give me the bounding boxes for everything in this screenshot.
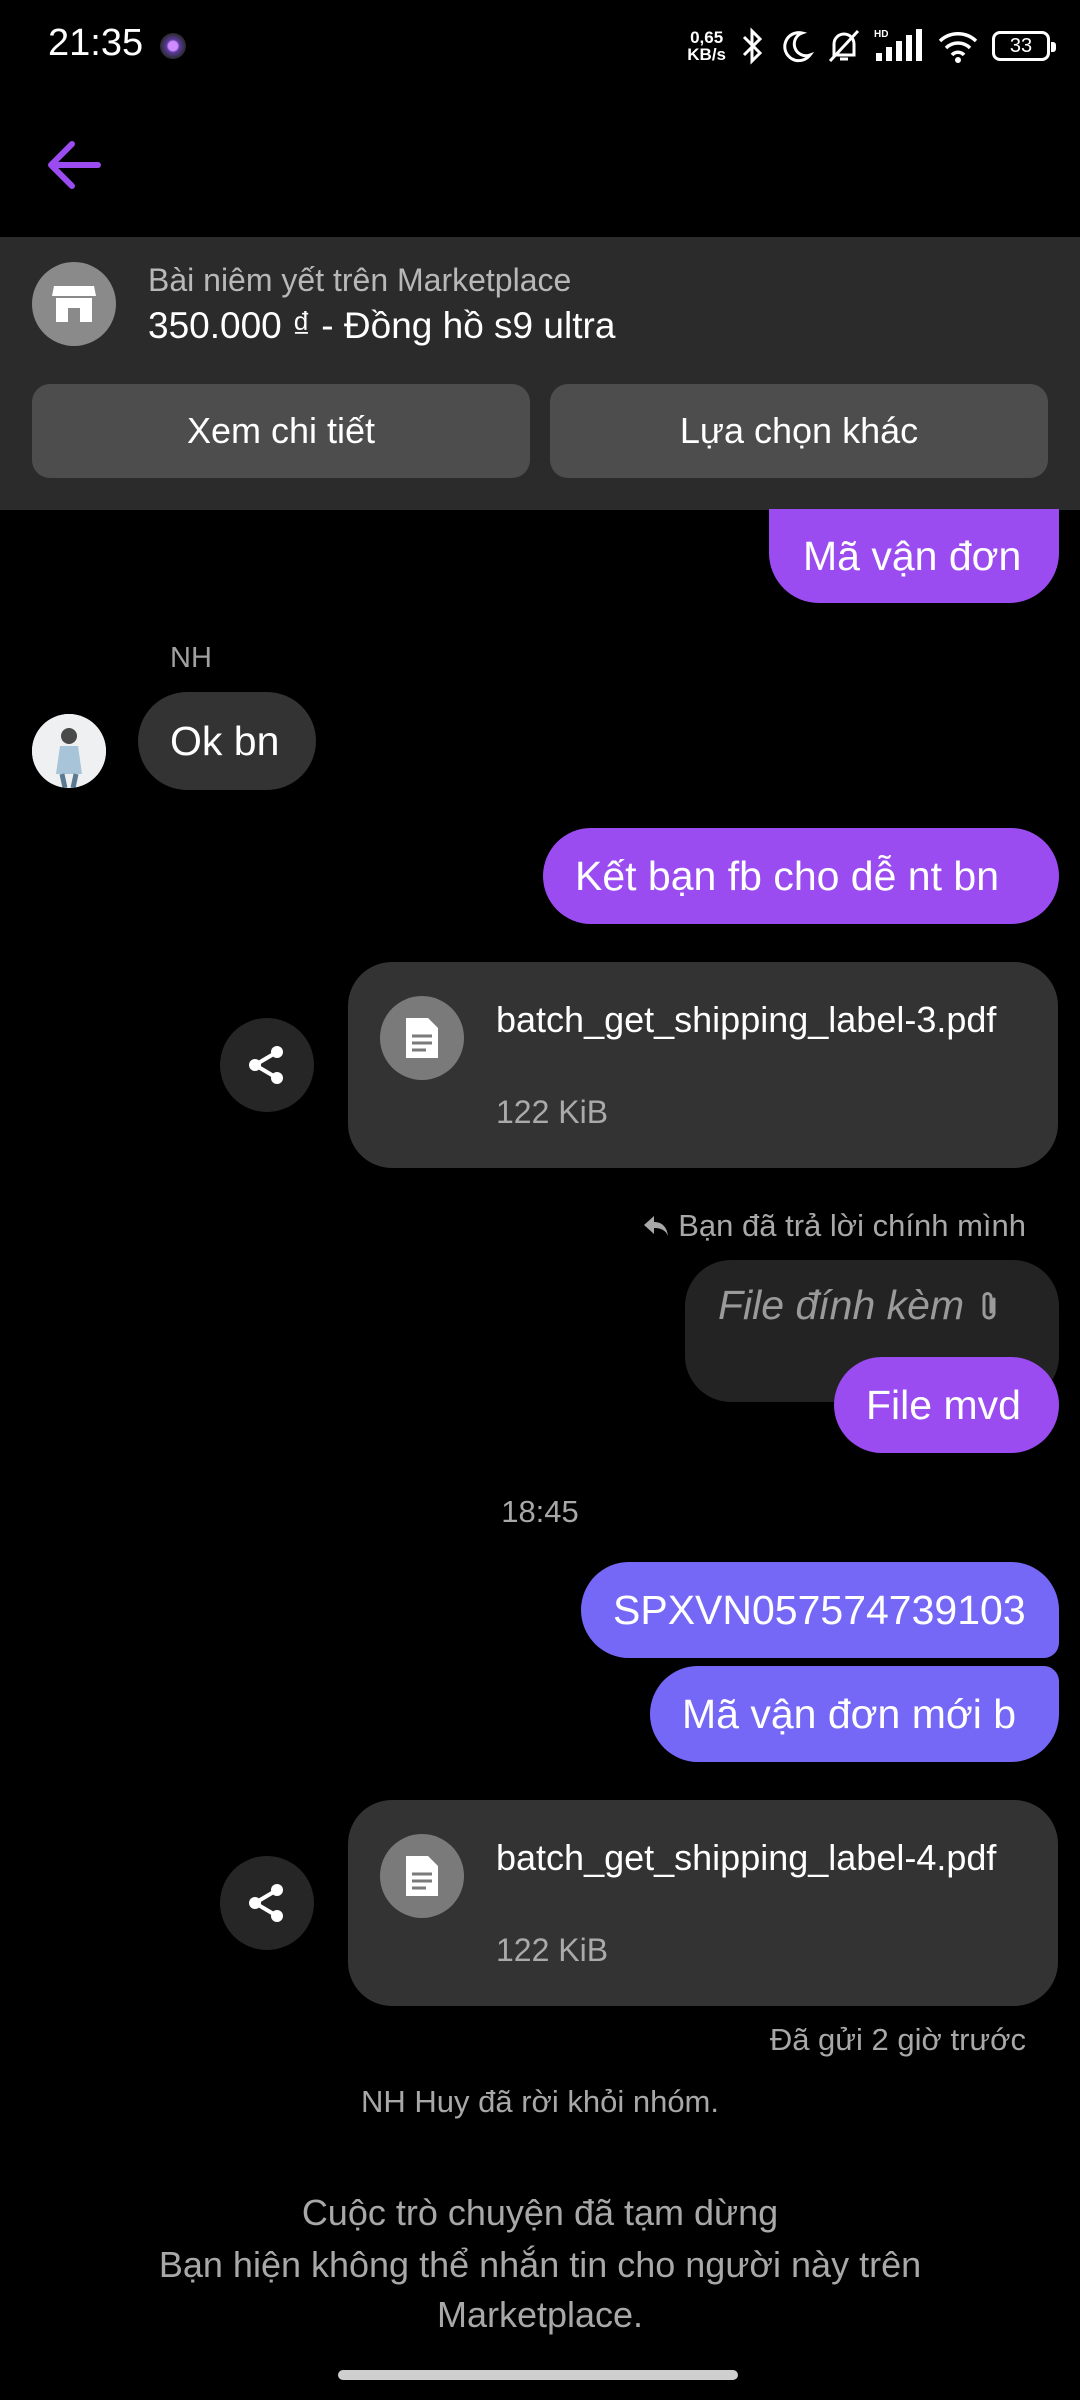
share-button[interactable]: [220, 1856, 314, 1950]
bluetooth-icon: [742, 27, 763, 65]
share-icon: [249, 1046, 283, 1084]
file-size: 122 KiB: [496, 1932, 609, 1968]
paperclip-icon: [982, 1291, 996, 1319]
message-bubble-sent[interactable]: File mvd: [834, 1357, 1059, 1453]
avatar[interactable]: [32, 714, 106, 788]
conversation-paused-body: Bạn hiện không thể nhắn tin cho người nà…: [158, 2244, 922, 2335]
status-time: 21:35: [48, 22, 144, 64]
document-icon: [380, 1834, 464, 1918]
view-details-button[interactable]: Xem chi tiết: [32, 384, 530, 478]
file-size: 122 KiB: [496, 1094, 609, 1130]
svg-text:HD: HD: [874, 29, 888, 40]
reply-arrow-icon: [644, 1216, 669, 1236]
battery-icon: 33: [992, 31, 1056, 61]
message-bubble-sent[interactable]: Kết bạn fb cho dễ nt bn: [543, 828, 1059, 924]
listing-subtitle: Bài niêm yết trên Marketplace: [148, 262, 572, 298]
reply-note-text: Bạn đã trả lời chính mình: [678, 1208, 1026, 1243]
document-icon: [380, 996, 464, 1080]
file-name: batch_get_shipping_label-4.pdf: [496, 1837, 997, 1878]
file-attachment[interactable]: batch_get_shipping_label-4.pdf 122 KiB: [348, 1800, 1058, 2006]
do-not-disturb-moon-icon: [783, 31, 814, 63]
sender-name: NH: [170, 642, 212, 674]
message-bubble-sent[interactable]: Mã vận đơn: [769, 509, 1059, 603]
conversation-paused-title: Cuộc trò chuyện đã tạm dừng: [301, 2192, 779, 2233]
file-name: batch_get_shipping_label-3.pdf: [496, 999, 997, 1040]
other-options-button[interactable]: Lựa chọn khác: [550, 384, 1048, 478]
message-bubble-received[interactable]: Ok bn: [138, 692, 316, 790]
quoted-text: File đính kèm: [718, 1282, 1000, 1329]
file-attachment[interactable]: batch_get_shipping_label-3.pdf 122 KiB: [348, 962, 1058, 1168]
quoted-label: File đính kèm: [718, 1282, 965, 1328]
network-speed: 0,65 KB/s: [687, 29, 726, 63]
share-icon: [249, 1884, 283, 1922]
sent-status: Đã gửi 2 giờ trước: [769, 2022, 1026, 2057]
notification-app-icon: [160, 33, 186, 59]
back-arrow-icon[interactable]: [40, 130, 110, 200]
share-button[interactable]: [220, 1018, 314, 1112]
hd-signal-icon: HD: [874, 29, 922, 61]
reply-note: Bạn đã trả lời chính mình: [642, 1208, 1026, 1244]
status-icons: 0,65 KB/s HD 33: [687, 24, 1056, 68]
wifi-icon: [938, 32, 978, 63]
message-bubble-sent[interactable]: Mã vận đơn mới b: [650, 1666, 1059, 1762]
system-note: NH Huy đã rời khỏi nhóm.: [360, 2084, 719, 2119]
listing-title: 350.000 ₫ - Đồng hồ s9 ultra: [148, 305, 616, 346]
home-indicator[interactable]: [338, 2370, 738, 2380]
mute-bell-icon: [828, 29, 860, 63]
network-speed-value: 0,65: [690, 28, 724, 47]
message-bubble-sent[interactable]: SPXVN057574739103: [581, 1562, 1059, 1658]
timestamp-separator: 18:45: [501, 1494, 579, 1529]
network-speed-unit: KB/s: [687, 45, 726, 64]
store-icon: [32, 262, 116, 346]
